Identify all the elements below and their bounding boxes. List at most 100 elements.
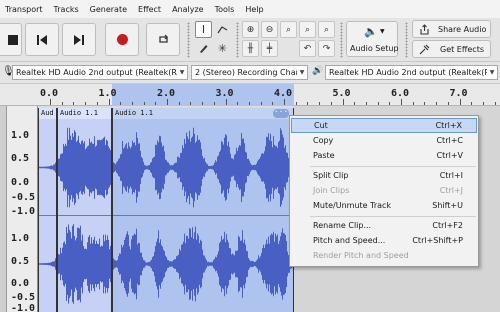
dropdown-arrow-icon: ▼ (487, 66, 497, 79)
menu-tracks[interactable]: Tracks (54, 5, 79, 14)
menu-analyze[interactable]: Analyze (172, 5, 204, 14)
ruler-tick (284, 99, 285, 105)
playback-host-select[interactable]: Realtek HD Audio 2nd output (Realtek(R) … (12, 65, 188, 80)
menu-item-copy[interactable]: Copy Ctrl+C (291, 133, 477, 148)
toolbar-grip[interactable] (340, 22, 343, 58)
menu-help[interactable]: Help (245, 5, 263, 14)
loop-button[interactable] (146, 23, 180, 56)
ruler-tick (50, 99, 51, 105)
ruler-minor-tick (131, 102, 133, 105)
toolbar-grip[interactable] (187, 22, 190, 58)
ruler-minor-tick (482, 102, 484, 105)
menu-item-pitch-speed[interactable]: Pitch and Speed... Ctrl+Shift+P (291, 233, 477, 248)
fit-selection-button[interactable]: ⌕ (280, 21, 297, 38)
vruler-label: 1.0 (11, 233, 30, 244)
multi-tool-button[interactable]: ✳ (214, 40, 231, 57)
pencil-icon (200, 45, 208, 53)
vruler-label: 0.5 (11, 153, 30, 164)
menu-separator (310, 166, 476, 167)
dropdown-arrow-icon: ▼ (297, 66, 307, 79)
envelope-tool-button[interactable] (214, 21, 231, 38)
zoom-in-button[interactable]: ⊕ (242, 21, 259, 38)
redo-icon: ↷ (322, 43, 331, 54)
menu-separator (310, 216, 476, 217)
menu-item-render-pitch-speed: Render Pitch and Speed (313, 251, 409, 260)
menu-item-split-clip[interactable]: Split Clip Ctrl+I (291, 168, 477, 183)
audio-setup-button[interactable]: 🔈 ▼ Audio Setup (346, 21, 399, 57)
clip-waveform-area[interactable] (58, 119, 111, 312)
ruler-minor-tick (365, 102, 367, 105)
zoom-out-icon: ⊖ (265, 24, 274, 35)
record-button[interactable] (105, 23, 139, 56)
loop-icon (158, 34, 168, 43)
clip-header[interactable]: Aud (39, 108, 56, 119)
clip-waveform-area[interactable] (39, 119, 56, 312)
redo-button[interactable]: ↷ (318, 40, 335, 57)
clip-waveform-area[interactable] (113, 119, 293, 312)
ruler-minor-tick (424, 102, 426, 105)
vruler-label: 0.5 (11, 256, 30, 267)
skip-to-start-button[interactable] (25, 23, 59, 56)
speaker-output-icon: 🔊 (312, 66, 324, 76)
vruler-label: 1.0 (11, 130, 30, 141)
track-control-panel[interactable] (0, 106, 7, 312)
clip-name: Aud (41, 109, 54, 117)
fit-project-button[interactable]: ⌕ (299, 21, 316, 38)
menu-item-rename-clip[interactable]: Rename Clip... Ctrl+F2 (291, 218, 477, 233)
toolbar-grip[interactable] (236, 22, 239, 58)
menu-item-join-clips: Join Clips Ctrl+J (313, 186, 463, 195)
timeline-ruler[interactable]: 0.0 1.0 2.0 3.0 4.0 5.0 6.0 7.0 (0, 84, 500, 106)
ruler-tick (459, 99, 461, 105)
ruler-minor-tick (248, 102, 250, 105)
silence-icon: ╪ (266, 43, 273, 54)
ruler-tick-label: 2.0 (157, 88, 176, 99)
clip-header[interactable]: Audio 1.1 ··· (113, 108, 293, 119)
zoom-out-button[interactable]: ⊖ (261, 21, 278, 38)
ruler-tick-label: 4.0 (274, 88, 293, 99)
vruler-label: -0.5 (11, 292, 36, 303)
ruler-minor-tick (377, 102, 379, 105)
menu-tools[interactable]: Tools (215, 5, 235, 14)
recording-channels-select[interactable]: 2 (Stereo) Recording Chann ▼ (191, 65, 308, 80)
menu-item-paste[interactable]: Paste Ctrl+V (291, 148, 477, 163)
undo-button[interactable]: ↶ (299, 40, 316, 57)
menu-item-mute-track[interactable]: Mute/Unmute Track Shift+U (291, 198, 477, 213)
playback-device-select[interactable]: Realtek HD Audio 2nd output (Realtek(R) … (325, 65, 498, 80)
vruler-label: -1.0 (11, 206, 36, 217)
ruler-tick (342, 99, 344, 105)
menu-generate[interactable]: Generate (90, 5, 127, 14)
trim-button[interactable]: ╫ (242, 40, 259, 57)
ruler-tick (401, 99, 402, 105)
recording-channels-value: 2 (Stereo) Recording Chann (195, 68, 306, 77)
zoom-toggle-button[interactable]: ⌕ (318, 21, 335, 38)
ruler-minor-tick (494, 102, 496, 105)
clip-menu-button[interactable]: ··· (273, 108, 289, 118)
waveform (113, 127, 293, 302)
selection-tool-button[interactable]: I (195, 21, 212, 38)
share-audio-label: Share Audio (438, 25, 487, 34)
clip-header[interactable]: Audio 1.1 (58, 108, 111, 119)
audio-clip[interactable]: Audio 1.1 (57, 108, 112, 312)
draw-tool-button[interactable] (195, 40, 212, 57)
audio-clip[interactable]: Aud (38, 108, 57, 312)
asterisk-icon: ✳ (217, 42, 228, 55)
ruler-minor-tick (202, 102, 204, 105)
skip-to-end-button[interactable] (62, 23, 96, 56)
ruler-minor-tick (190, 102, 192, 105)
ruler-tick-label: 7.0 (449, 88, 468, 99)
audio-clip-selected[interactable]: Audio 1.1 ··· (112, 108, 294, 312)
get-effects-label: Get Effects (440, 45, 484, 54)
silence-button[interactable]: ╪ (261, 40, 278, 57)
get-effects-button[interactable]: Get Effects (412, 40, 491, 58)
menu-item-cut[interactable]: Cut Ctrl+X (291, 118, 477, 133)
envelope-icon (217, 26, 228, 34)
share-audio-button[interactable]: Share Audio (412, 20, 491, 38)
stop-button[interactable] (0, 23, 22, 56)
menu-transport[interactable]: Transport (5, 5, 43, 14)
toolbar-grip[interactable] (405, 22, 408, 58)
menu-effect[interactable]: Effect (138, 5, 161, 14)
i-beam-icon: I (201, 23, 206, 36)
ruler-tick-label: 0.0 (40, 88, 59, 99)
vruler-label: -0.5 (11, 192, 36, 203)
ruler-minor-tick (412, 102, 414, 105)
